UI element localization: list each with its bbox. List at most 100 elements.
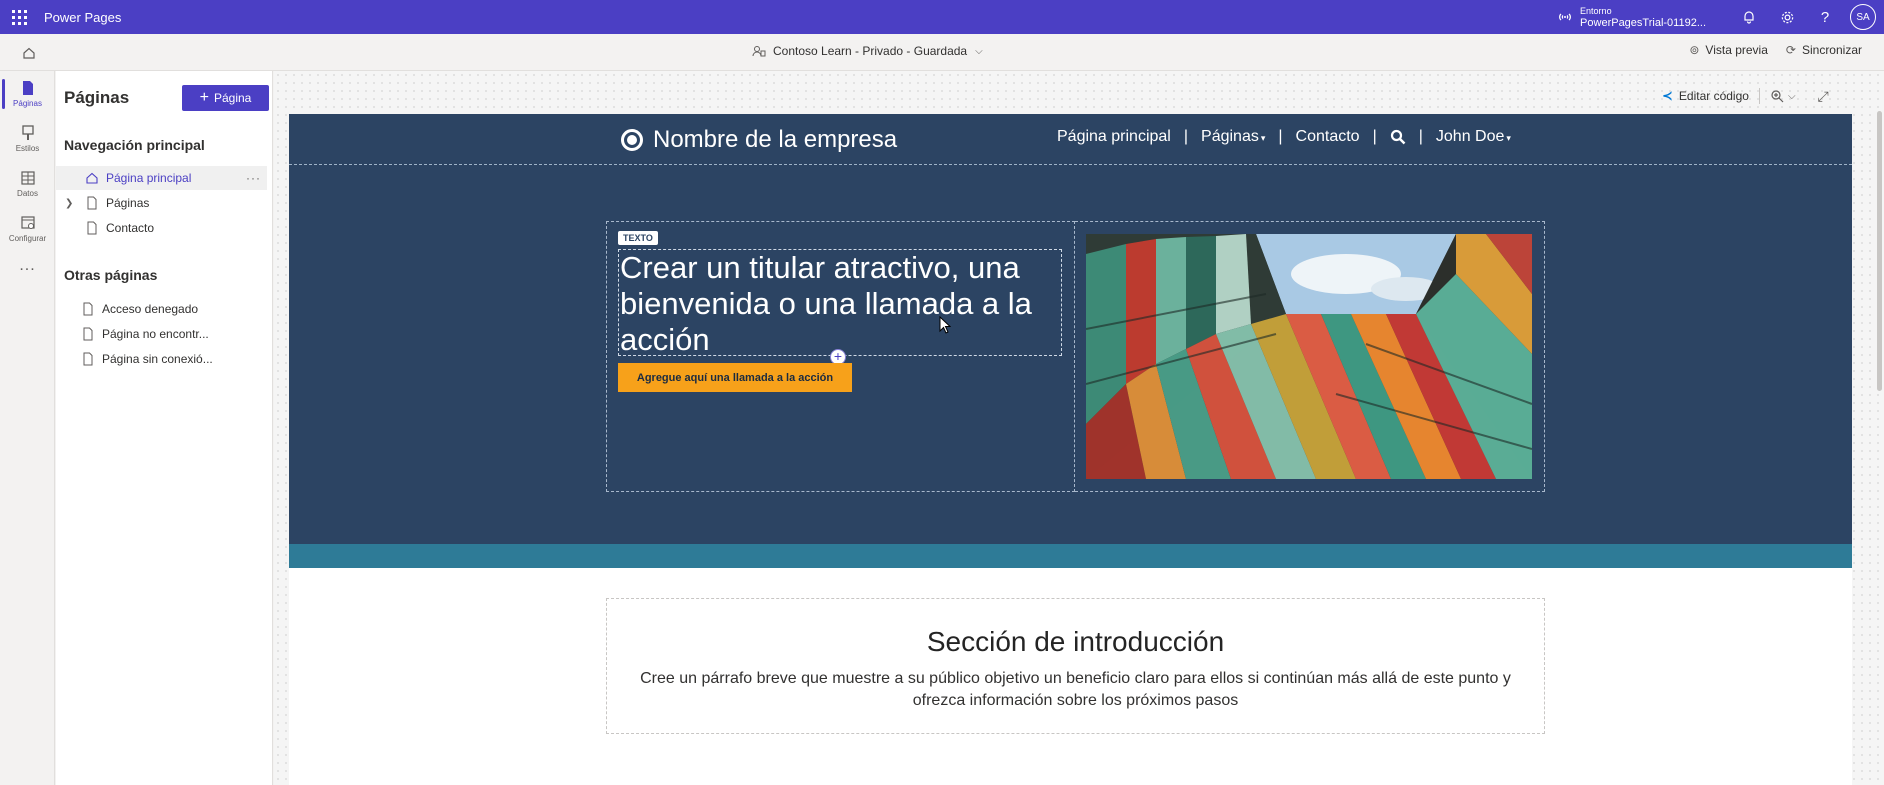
page-icon xyxy=(83,327,93,341)
page-icon xyxy=(87,221,97,235)
avatar[interactable]: SA xyxy=(1850,4,1876,30)
help-icon[interactable]: ? xyxy=(1806,0,1844,34)
site-menu: Página principal | Páginas ▾ | Contacto |… xyxy=(1057,128,1511,146)
site-info-dropdown[interactable]: Contoso Learn - Privado - Guardada ⌵ xyxy=(752,44,983,58)
panel-title: Páginas xyxy=(64,88,130,107)
pages-panel: Páginas + Página Navegación principal Pá… xyxy=(56,71,273,785)
nav-item-contact[interactable]: Contacto xyxy=(56,216,267,240)
nav-item-page-not-found[interactable]: Página no encontr... xyxy=(56,322,267,346)
site-header[interactable]: Nombre de la empresa Página principal | … xyxy=(289,114,1852,165)
settings-gear-icon[interactable] xyxy=(1768,0,1806,34)
cta-button[interactable]: Agregue aquí una llamada a la acción xyxy=(618,363,852,392)
rail-item-data[interactable]: Datos xyxy=(0,161,55,206)
add-page-button[interactable]: + Página xyxy=(182,85,269,111)
toolbar-divider xyxy=(1758,88,1760,104)
app-title[interactable]: Power Pages xyxy=(44,10,121,25)
menu-item-home[interactable]: Página principal xyxy=(1057,128,1171,146)
rail-item-pages[interactable]: Páginas xyxy=(0,71,55,116)
canvas-toolbar: ≺ Editar código ⌵ ⤢ xyxy=(1654,85,1884,107)
nav-item-label: Página principal xyxy=(106,171,192,185)
environment-label: Entorno xyxy=(1580,6,1612,16)
add-page-label: Página xyxy=(213,91,252,105)
page-icon xyxy=(87,196,97,210)
text-component-tag: TEXTO xyxy=(618,231,658,245)
more-options-icon[interactable]: ... xyxy=(0,251,55,281)
hero-accent-band xyxy=(289,544,1852,568)
home-icon[interactable] xyxy=(20,44,38,62)
menu-separator: | xyxy=(1278,128,1283,145)
caret-down-icon: ▾ xyxy=(1506,133,1511,143)
chevron-down-icon: ⌵ xyxy=(975,45,983,57)
nav-item-home[interactable]: Página principal ··· xyxy=(56,166,267,190)
notifications-icon[interactable] xyxy=(1730,0,1768,34)
top-bar: Power Pages Entorno PowerPagesTrial-0119… xyxy=(0,0,1884,34)
settings-icon xyxy=(20,215,35,229)
menu-separator: | xyxy=(1183,128,1189,145)
nav-item-pages[interactable]: ❯ Páginas xyxy=(56,191,267,215)
vscode-icon: ≺ xyxy=(1662,88,1673,103)
more-actions-icon[interactable]: ··· xyxy=(246,171,261,185)
left-rail: Páginas Estilos Datos Configurar ... xyxy=(0,71,55,785)
home-icon xyxy=(86,172,98,184)
rail-item-label: Datos xyxy=(17,188,38,198)
rail-item-label: Páginas xyxy=(13,98,42,108)
main-nav-title: Navegación principal xyxy=(64,137,205,153)
chevron-right-icon[interactable]: ❯ xyxy=(65,198,73,209)
table-icon xyxy=(20,170,35,185)
chevron-down-icon: ⌵ xyxy=(1787,90,1796,102)
menu-separator: | xyxy=(1418,128,1423,145)
rail-item-label: Estilos xyxy=(15,143,40,153)
nav-item-label: Página no encontr... xyxy=(102,327,209,341)
hero-image-column[interactable] xyxy=(1075,221,1545,492)
intro-title[interactable]: Sección de introducción xyxy=(607,626,1544,658)
brand-name: Nombre de la empresa xyxy=(653,126,898,153)
page-icon xyxy=(83,302,93,316)
hero-image[interactable] xyxy=(1086,234,1532,479)
zoom-icon xyxy=(1771,90,1784,103)
intro-section[interactable]: Sección de introducción Cree un párrafo … xyxy=(606,598,1545,734)
command-bar: Contoso Learn - Privado - Guardada ⌵ ⊚ V… xyxy=(0,34,1884,71)
company-logo-icon xyxy=(621,129,643,151)
menu-item-user-label: John Doe xyxy=(1435,128,1505,145)
site-visibility-icon xyxy=(752,46,766,57)
page-icon xyxy=(22,80,33,95)
search-icon[interactable] xyxy=(1390,129,1406,145)
preview-button[interactable]: ⊚ Vista previa xyxy=(1689,43,1768,57)
plus-icon: + xyxy=(199,89,209,106)
brush-icon xyxy=(21,124,34,140)
caret-down-icon: ▾ xyxy=(1260,133,1266,143)
nav-item-label: Acceso denegado xyxy=(102,302,199,316)
nav-item-label: Contacto xyxy=(106,221,155,235)
sync-button[interactable]: ⟳ Sincronizar xyxy=(1786,43,1862,57)
nav-item-access-denied[interactable]: Acceso denegado xyxy=(56,297,267,321)
hero-text-column[interactable]: TEXTO Crear un titular atractivo, una bi… xyxy=(606,221,1075,492)
environment-picker[interactable]: Entorno PowerPagesTrial-01192... xyxy=(1558,5,1706,29)
app-launcher-icon[interactable] xyxy=(0,0,38,34)
preview-icon: ⊚ xyxy=(1689,43,1700,57)
site-info-label: Contoso Learn - Privado - Guardada xyxy=(773,44,968,58)
nav-item-offline-page[interactable]: Página sin conexió... xyxy=(56,347,267,371)
edit-code-button[interactable]: ≺ Editar código xyxy=(1662,88,1749,104)
intro-text[interactable]: Cree un párrafo breve que muestre a su p… xyxy=(631,668,1521,712)
mouse-cursor-icon xyxy=(939,316,951,334)
menu-item-pages-label: Páginas xyxy=(1201,128,1259,145)
rail-item-styles[interactable]: Estilos xyxy=(0,116,55,161)
nav-item-label: Páginas xyxy=(106,196,150,210)
nav-item-label: Página sin conexió... xyxy=(102,352,213,366)
canvas-scrollbar[interactable] xyxy=(1877,111,1882,391)
site-brand[interactable]: Nombre de la empresa xyxy=(621,126,897,154)
menu-item-contact[interactable]: Contacto xyxy=(1296,128,1360,146)
rail-item-setup[interactable]: Configurar xyxy=(0,206,55,251)
zoom-dropdown[interactable]: ⌵ xyxy=(1770,89,1796,103)
sync-icon: ⟳ xyxy=(1785,43,1796,57)
edit-code-label: Editar código xyxy=(1678,89,1749,103)
hero-headline[interactable]: Crear un titular atractivo, una bienveni… xyxy=(618,249,1062,357)
menu-item-pages[interactable]: Páginas ▾ xyxy=(1201,128,1265,146)
rail-item-label: Configurar xyxy=(8,233,47,243)
page-icon xyxy=(83,352,93,366)
preview-label: Vista previa xyxy=(1705,43,1768,57)
expand-icon[interactable]: ⤢ xyxy=(1818,88,1829,105)
menu-item-user[interactable]: John Doe ▾ xyxy=(1436,128,1511,146)
hero-section: TEXTO Crear un titular atractivo, una bi… xyxy=(289,165,1852,544)
other-pages-title: Otras páginas xyxy=(64,267,158,283)
